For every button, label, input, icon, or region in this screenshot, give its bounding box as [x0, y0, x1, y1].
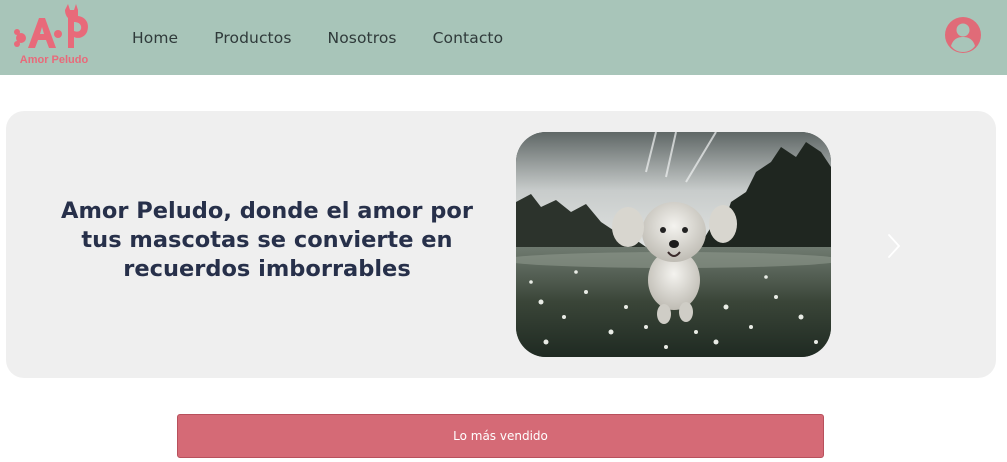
- logo-mark-icon: [14, 4, 88, 48]
- brand-logo[interactable]: Amor Peludo: [12, 4, 96, 70]
- user-account-button[interactable]: [944, 16, 982, 54]
- best-seller-button[interactable]: Lo más vendido: [177, 414, 824, 458]
- nav-link-nosotros[interactable]: Nosotros: [328, 29, 397, 47]
- nav-link-home[interactable]: Home: [132, 29, 178, 47]
- user-circle-icon: [945, 17, 981, 53]
- nav-link-productos[interactable]: Productos: [214, 29, 291, 47]
- hero-headline: Amor Peludo, donde el amor por tus masco…: [61, 198, 473, 282]
- brand-name: Amor Peludo: [19, 54, 89, 66]
- dog-running-photo: [516, 132, 831, 357]
- main-nav: Home Productos Nosotros Contacto: [132, 0, 503, 75]
- nav-link-contacto[interactable]: Contacto: [433, 29, 504, 47]
- chevron-right-icon: [888, 234, 901, 258]
- carousel-next-button[interactable]: [886, 233, 902, 259]
- hero-carousel: Amor Peludo, donde el amor por tus masco…: [6, 111, 996, 378]
- navbar: Amor Peludo Home Productos Nosotros Cont…: [0, 0, 1007, 75]
